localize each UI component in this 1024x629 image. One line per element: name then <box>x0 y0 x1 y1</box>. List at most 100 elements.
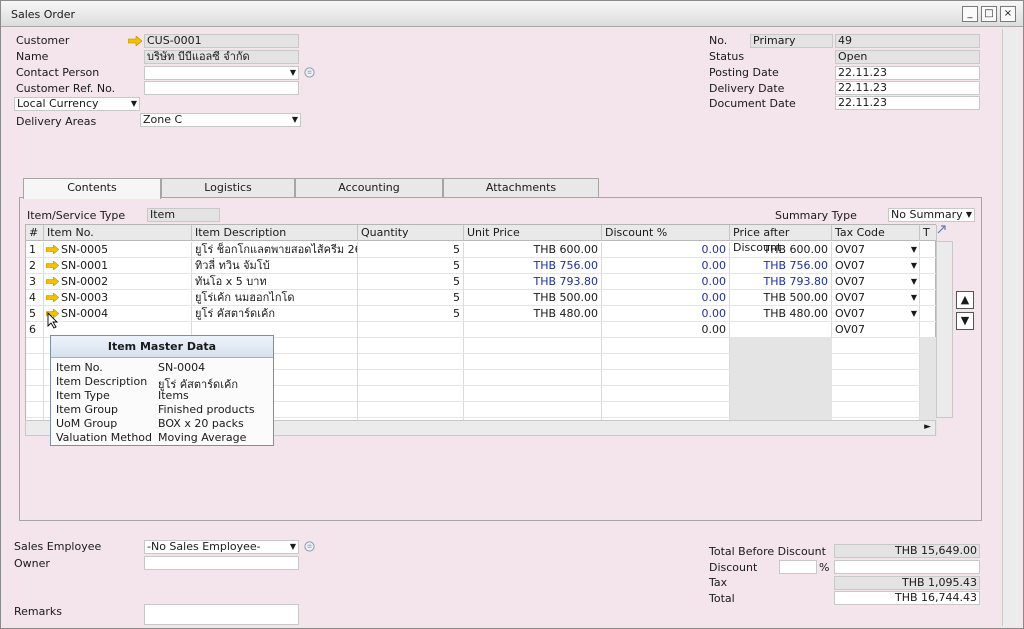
series-dropdown[interactable]: Primary <box>750 34 833 48</box>
grid-cell-disc[interactable] <box>602 338 730 354</box>
grid-cell-disc[interactable]: 0.00 <box>602 322 730 338</box>
link-arrow-icon[interactable] <box>46 245 59 254</box>
grid-cell-tax[interactable]: OV07 <box>832 322 920 338</box>
grid-cell-n[interactable]: 6 <box>26 322 44 338</box>
grid-cell-n[interactable] <box>26 402 44 418</box>
grid-cell-price[interactable]: THB 600.00 <box>464 242 602 258</box>
grid-cell-qty[interactable] <box>358 322 464 338</box>
grid-cell-t[interactable] <box>920 242 937 258</box>
col-header-t[interactable]: T <box>920 225 937 241</box>
grid-cell-desc[interactable]: ทันโอ x 5 บาท <box>192 274 358 290</box>
grid-cell-price[interactable]: THB 793.80 <box>464 274 602 290</box>
name-field[interactable]: บริษัท บีบีแอลซี จำกัด <box>144 50 299 64</box>
grid-cell-tax[interactable] <box>832 354 920 370</box>
grid-cell-tax[interactable]: OV07 ▼ <box>832 290 920 306</box>
grid-cell-price[interactable] <box>464 322 602 338</box>
grid-cell-n[interactable]: 5 <box>26 306 44 322</box>
maximize-button[interactable]: □ <box>981 6 997 22</box>
window-vertical-scrollbar[interactable] <box>1002 29 1019 626</box>
grid-cell-qty[interactable]: 5 <box>358 290 464 306</box>
grid-cell-qty[interactable]: 5 <box>358 242 464 258</box>
chevron-right-icon[interactable]: ► <box>924 422 931 432</box>
grid-cell-qty[interactable] <box>358 402 464 418</box>
delivery-areas-dropdown[interactable]: Zone C ▼ <box>140 113 301 127</box>
col-header-number[interactable]: # <box>26 225 44 241</box>
col-header-price-after-discount[interactable]: Price after Discount <box>730 225 832 254</box>
grid-cell-disc[interactable]: 0.00 <box>602 242 730 258</box>
grid-cell-item[interactable]: SN-0003 <box>44 290 192 306</box>
grid-cell-desc[interactable]: ยูโร่เค้ก นมฮอกไกโด <box>192 290 358 306</box>
total-before-discount-field[interactable]: THB 15,649.00 <box>834 544 980 558</box>
grid-cell-tax[interactable] <box>832 370 920 386</box>
grid-cell-item[interactable]: SN-0004 <box>44 306 192 322</box>
grid-cell-price[interactable] <box>464 354 602 370</box>
posting-date-field[interactable]: 22.11.23 <box>835 66 980 80</box>
grid-cell-disc[interactable] <box>602 402 730 418</box>
grid-cell-after[interactable]: THB 793.80 <box>730 274 832 290</box>
currency-dropdown[interactable]: Local Currency ▼ <box>14 97 140 111</box>
grid-cell-desc[interactable]: ยูโร่ ช็อกโกแลตพายสอดไส้ครีม 26g. <box>192 242 358 258</box>
grid-cell-tax[interactable] <box>832 402 920 418</box>
col-header-quantity[interactable]: Quantity <box>358 225 464 241</box>
link-arrow-icon[interactable] <box>128 36 142 46</box>
discount-percent-field[interactable] <box>779 560 817 574</box>
grid-cell-t[interactable] <box>920 322 937 338</box>
customer-ref-field[interactable] <box>144 81 299 95</box>
grid-cell-t[interactable] <box>920 306 937 322</box>
grid-cell-disc[interactable]: 0.00 <box>602 258 730 274</box>
grid-cell-n[interactable]: 4 <box>26 290 44 306</box>
move-row-down-button[interactable]: ▼ <box>956 312 974 330</box>
grid-cell-n[interactable]: 1 <box>26 242 44 258</box>
grid-cell-after[interactable] <box>730 322 832 338</box>
grid-cell-disc[interactable]: 0.00 <box>602 306 730 322</box>
grid-cell-item[interactable]: SN-0002 <box>44 274 192 290</box>
grid-cell-n[interactable]: 2 <box>26 258 44 274</box>
grid-cell-qty[interactable]: 5 <box>358 306 464 322</box>
customer-field[interactable]: CUS-0001 <box>144 34 299 48</box>
grid-cell-price[interactable] <box>464 402 602 418</box>
grid-cell-disc[interactable]: 0.00 <box>602 290 730 306</box>
grid-cell-after[interactable]: THB 500.00 <box>730 290 832 306</box>
grid-cell-qty[interactable]: 5 <box>358 258 464 274</box>
discount-amount-field[interactable] <box>834 560 980 574</box>
grid-cell-n[interactable] <box>26 338 44 354</box>
col-header-discount[interactable]: Discount % <box>602 225 730 241</box>
grid-cell-tax[interactable]: OV07 ▼ <box>832 258 920 274</box>
grid-cell-t[interactable] <box>920 274 937 290</box>
grid-cell-qty[interactable] <box>358 386 464 402</box>
grid-cell-after[interactable]: THB 480.00 <box>730 306 832 322</box>
grid-cell-price[interactable]: THB 756.00 <box>464 258 602 274</box>
tab-logistics[interactable]: Logistics <box>161 178 295 198</box>
grid-cell-item[interactable]: SN-0005 <box>44 242 192 258</box>
tab-attachments[interactable]: Attachments <box>443 178 599 198</box>
summary-type-dropdown[interactable]: No Summary ▼ <box>888 208 975 222</box>
grid-cell-qty[interactable] <box>358 354 464 370</box>
grid-cell-price[interactable] <box>464 386 602 402</box>
item-service-type-field[interactable]: Item <box>147 208 220 222</box>
link-arrow-icon[interactable] <box>46 277 59 286</box>
col-header-unit-price[interactable]: Unit Price <box>464 225 602 241</box>
tax-field[interactable]: THB 1,095.43 <box>834 576 980 590</box>
col-header-item-description[interactable]: Item Description <box>192 225 358 241</box>
status-field[interactable]: Open <box>835 50 980 64</box>
grid-cell-disc[interactable] <box>602 354 730 370</box>
info-icon[interactable] <box>304 67 315 78</box>
grid-cell-after[interactable]: THB 756.00 <box>730 258 832 274</box>
grid-cell-disc[interactable]: 0.00 <box>602 274 730 290</box>
grid-cell-qty[interactable] <box>358 370 464 386</box>
grid-cell-t[interactable] <box>920 290 937 306</box>
grid-cell-price[interactable] <box>464 338 602 354</box>
col-header-item-no[interactable]: Item No. <box>44 225 192 241</box>
link-arrow-icon[interactable] <box>46 293 59 302</box>
contact-person-dropdown[interactable]: ▼ <box>144 66 299 80</box>
remarks-field[interactable] <box>144 604 299 625</box>
grid-cell-desc[interactable]: ยูโร่ คัสตาร์ดเค้ก <box>192 306 358 322</box>
doc-no-field[interactable]: 49 <box>835 34 980 48</box>
grid-cell-item[interactable]: SN-0001 <box>44 258 192 274</box>
info-icon[interactable] <box>304 541 315 552</box>
grid-cell-tax[interactable]: OV07 ▼ <box>832 274 920 290</box>
move-row-up-button[interactable]: ▲ <box>956 291 974 309</box>
grid-cell-n[interactable] <box>26 354 44 370</box>
grid-cell-disc[interactable] <box>602 386 730 402</box>
col-header-tax-code[interactable]: Tax Code <box>832 225 920 241</box>
